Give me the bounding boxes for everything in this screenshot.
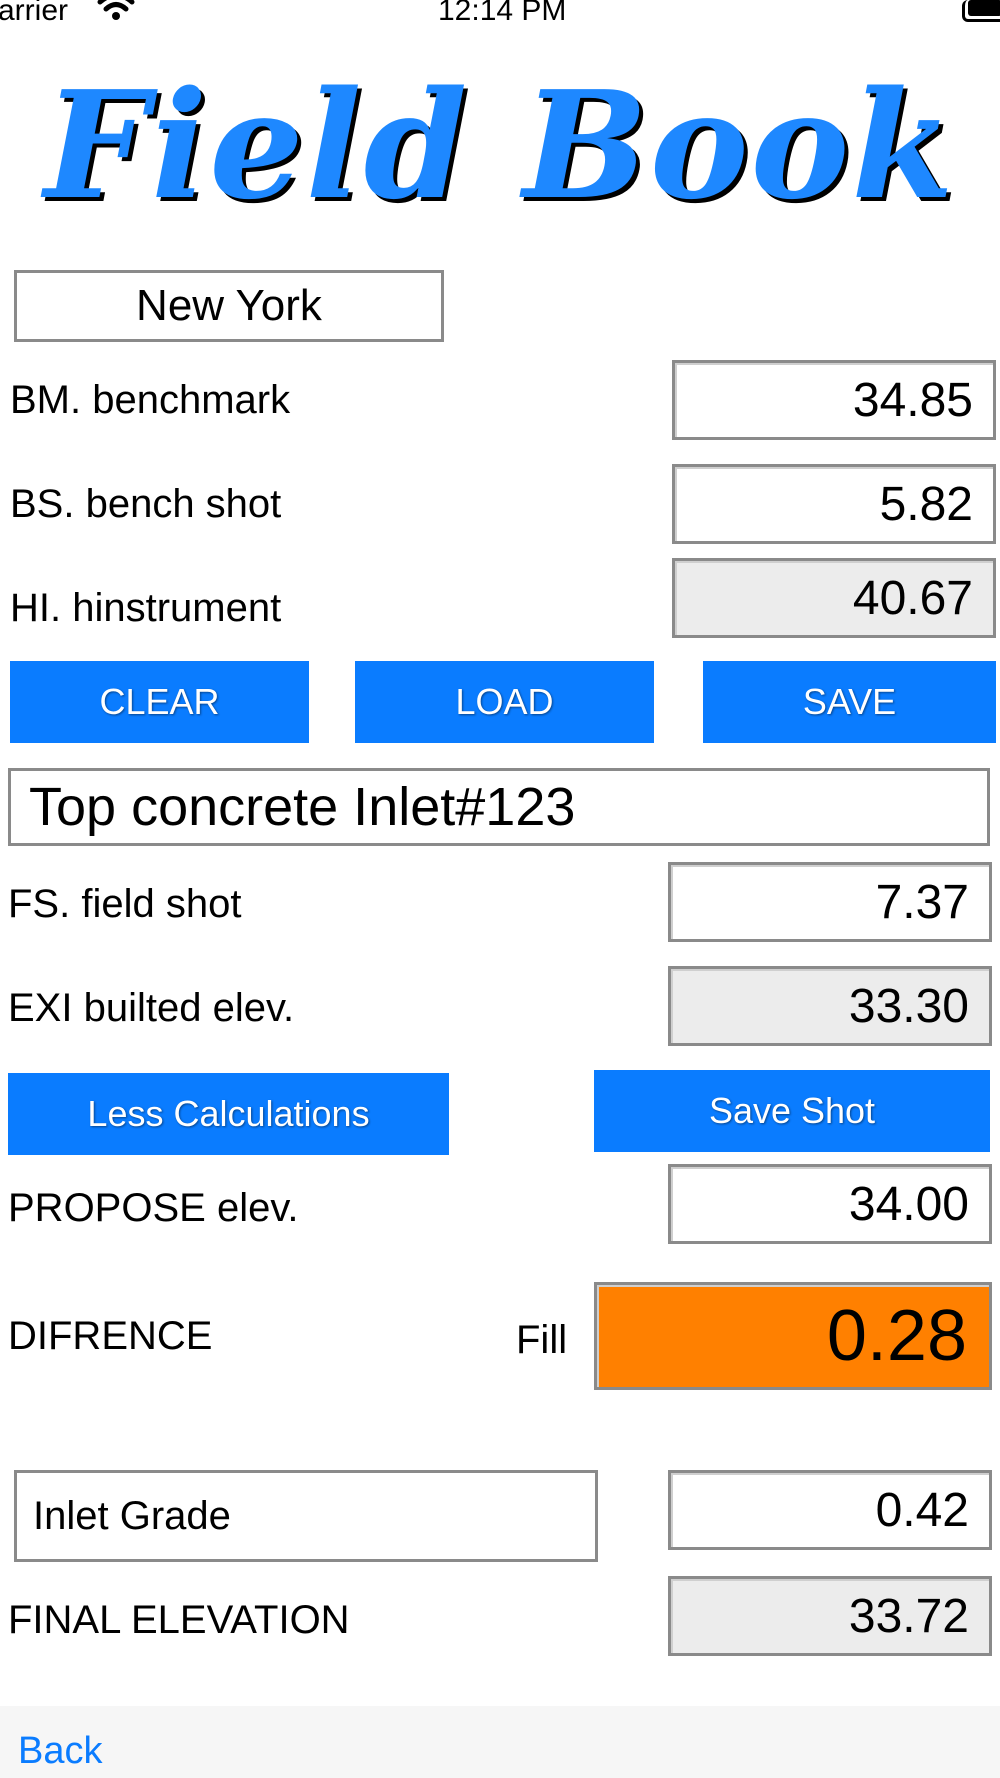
load-button[interactable]: LOAD — [355, 661, 654, 743]
fs-value: 7.37 — [875, 875, 969, 929]
final-elevation-label: FINAL ELEVATION — [8, 1598, 350, 1642]
difference-value: 0.28 — [826, 1296, 967, 1376]
inlet-grade-value-field[interactable]: 0.42 — [668, 1470, 992, 1550]
difference-label: DIFRENCE — [8, 1314, 213, 1358]
status-time: 12:14 PM — [438, 0, 567, 27]
inlet-grade-value: 0.42 — [875, 1483, 969, 1537]
battery-icon — [962, 0, 1000, 22]
exi-field: 33.30 — [668, 966, 992, 1046]
propose-label: PROPOSE elev. — [8, 1186, 299, 1230]
bm-value: 34.85 — [852, 373, 973, 427]
hi-label: HI. hinstrument — [10, 586, 282, 630]
clear-button[interactable]: CLEAR — [10, 661, 309, 743]
difference-field: 0.28 — [594, 1282, 992, 1390]
save-shot-button[interactable]: Save Shot — [594, 1070, 990, 1152]
bs-value: 5.82 — [879, 477, 973, 531]
bm-field[interactable]: 34.85 — [672, 360, 996, 440]
bs-label: BS. bench shot — [10, 482, 282, 526]
difference-type-label: Fill — [516, 1318, 568, 1362]
fs-label: FS. field shot — [8, 882, 242, 926]
description-value: Top concrete Inlet#123 — [29, 777, 576, 837]
back-button[interactable]: Back — [18, 1730, 102, 1773]
city-field-value: New York — [136, 281, 322, 330]
propose-value: 34.00 — [848, 1177, 969, 1231]
description-field[interactable]: Top concrete Inlet#123 — [8, 768, 990, 846]
save-button[interactable]: SAVE — [703, 661, 996, 743]
less-calculations-button[interactable]: Less Calculations — [8, 1073, 449, 1155]
final-elevation-field: 33.72 — [668, 1576, 992, 1656]
bottom-toolbar — [0, 1706, 1000, 1778]
final-elevation-value: 33.72 — [848, 1589, 969, 1643]
exi-value: 33.30 — [848, 979, 969, 1033]
carrier-label: arrier — [0, 0, 69, 27]
propose-field[interactable]: 34.00 — [668, 1164, 992, 1244]
bm-label: BM. benchmark — [10, 378, 291, 422]
inlet-grade-label: Inlet Grade — [33, 1493, 231, 1538]
hi-field: 40.67 — [672, 558, 996, 638]
fs-field[interactable]: 7.37 — [668, 862, 992, 942]
wifi-icon — [96, 0, 136, 26]
hi-value: 40.67 — [852, 571, 973, 625]
inlet-grade-field[interactable]: Inlet Grade — [14, 1470, 598, 1562]
city-field[interactable]: New York — [14, 270, 444, 342]
exi-label: EXI builted elev. — [8, 986, 295, 1030]
bs-field[interactable]: 5.82 — [672, 464, 996, 544]
app-title: Field Book — [44, 58, 956, 232]
